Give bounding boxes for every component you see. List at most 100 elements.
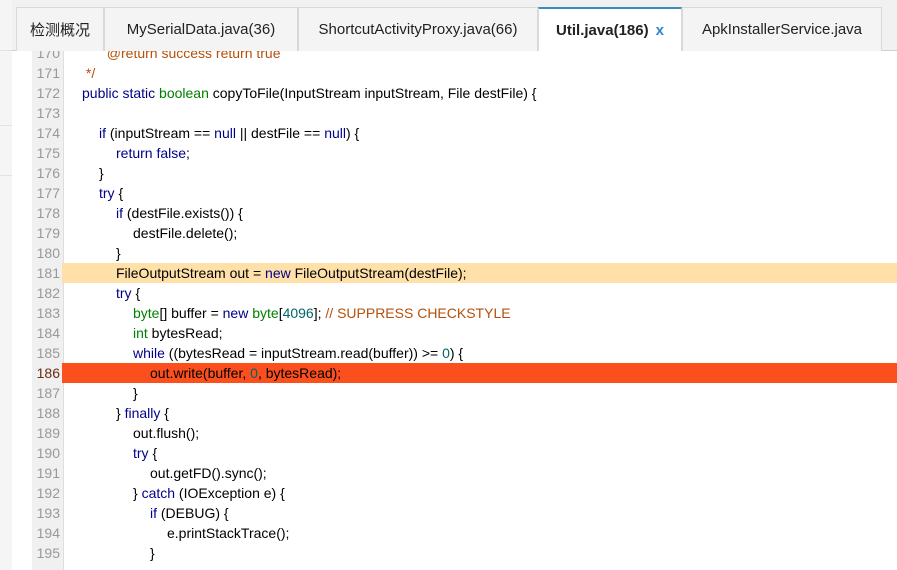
tab-label: Util.java(186) bbox=[556, 22, 649, 39]
code-token: 0 bbox=[250, 365, 258, 381]
code-line[interactable]: 172 public static boolean copyToFile(Inpu… bbox=[12, 83, 897, 103]
line-number: 181 bbox=[36, 265, 60, 281]
code-token: null bbox=[214, 125, 236, 141]
line-number: 193 bbox=[36, 505, 60, 521]
code-token: @return success return true bbox=[99, 51, 281, 61]
code-token: if bbox=[99, 125, 106, 141]
line-number: 175 bbox=[36, 145, 60, 161]
code-token: try bbox=[133, 445, 149, 461]
code-line[interactable]: 171 */ bbox=[12, 63, 897, 83]
code-token: out.getFD().sync(); bbox=[150, 465, 267, 481]
code-line[interactable]: 191 out.getFD().sync(); bbox=[12, 463, 897, 483]
code-token: try bbox=[116, 285, 132, 301]
code-line[interactable]: 185 while ((bytesRead = inputStream.read(… bbox=[12, 343, 897, 363]
code-text: try { bbox=[99, 183, 123, 203]
line-number: 183 bbox=[36, 305, 60, 321]
code-token: null bbox=[324, 125, 346, 141]
code-line[interactable]: 194 e.printStackTrace(); bbox=[12, 523, 897, 543]
line-number: 177 bbox=[36, 185, 60, 201]
code-line[interactable]: 182 try { bbox=[12, 283, 897, 303]
code-token: [] buffer = bbox=[159, 305, 223, 321]
code-token: } bbox=[99, 165, 104, 181]
code-line[interactable]: 174 if (inputStream == null || destFile =… bbox=[12, 123, 897, 143]
tab-util[interactable]: Util.java(186) x bbox=[538, 7, 682, 52]
code-line[interactable]: 187} bbox=[12, 383, 897, 403]
code-token: byte bbox=[133, 305, 160, 321]
code-line[interactable]: 184 int bytesRead; bbox=[12, 323, 897, 343]
code-token: { bbox=[114, 185, 124, 201]
strip-divider bbox=[0, 175, 12, 176]
code-token: FileOutputStream(destFile); bbox=[290, 265, 467, 281]
line-number: 189 bbox=[36, 425, 60, 441]
code-text: } catch (IOException e) { bbox=[133, 483, 285, 503]
code-token: int bbox=[133, 325, 148, 341]
tab-shortcutactivityproxy[interactable]: ShortcutActivityProxy.java(66) bbox=[298, 7, 538, 51]
code-line[interactable]: 170 @return success return true bbox=[12, 51, 897, 63]
code-text: out.flush(); bbox=[133, 423, 199, 443]
code-line[interactable]: 189 out.flush(); bbox=[12, 423, 897, 443]
code-text: public static boolean copyToFile(InputSt… bbox=[82, 83, 536, 103]
line-number: 170 bbox=[36, 51, 60, 61]
editor-tab-bar: 检测概况 MySerialData.java(36) ShortcutActiv… bbox=[12, 0, 897, 52]
code-token: try bbox=[99, 185, 115, 201]
code-token: ; bbox=[186, 145, 190, 161]
line-number: 174 bbox=[36, 125, 60, 141]
code-line[interactable]: 177 try { bbox=[12, 183, 897, 203]
code-line[interactable]: 190 try { bbox=[12, 443, 897, 463]
code-line[interactable]: 188} finally { bbox=[12, 403, 897, 423]
code-token: public static bbox=[82, 85, 160, 101]
code-line[interactable]: 186 out.write(buffer, 0, bytesRead); bbox=[37, 363, 897, 383]
code-line[interactable]: 193 if (DEBUG) { bbox=[12, 503, 897, 523]
code-token: ) { bbox=[449, 345, 464, 361]
code-line[interactable]: 195} bbox=[12, 543, 897, 563]
line-number: 187 bbox=[36, 385, 60, 401]
code-token: catch bbox=[141, 485, 176, 501]
code-token: , bytesRead); bbox=[257, 365, 342, 381]
code-token: // SUPPRESS CHECKSTYLE bbox=[325, 305, 511, 321]
code-token: } bbox=[150, 545, 155, 561]
code-editor[interactable]: 170 @return success return true 171 */172… bbox=[12, 51, 897, 570]
code-token: copyToFile(InputStream inputStream, File… bbox=[208, 85, 537, 101]
line-number: 194 bbox=[36, 525, 60, 541]
tab-apkinstallerservice[interactable]: ApkInstallerService.java bbox=[682, 7, 882, 51]
code-line[interactable]: 173 bbox=[12, 103, 897, 123]
code-line[interactable]: 178 if (destFile.exists()) { bbox=[12, 203, 897, 223]
tab-overview[interactable]: 检测概况 bbox=[16, 7, 104, 51]
code-token: boolean bbox=[159, 85, 209, 101]
code-text: } bbox=[116, 243, 121, 263]
tab-myserialdata[interactable]: MySerialData.java(36) bbox=[104, 7, 298, 51]
code-token: */ bbox=[82, 65, 96, 81]
code-token: { bbox=[160, 405, 169, 421]
code-text: int bytesRead; bbox=[133, 323, 223, 343]
code-token: destFile.delete(); bbox=[133, 225, 238, 241]
code-line[interactable]: 180} bbox=[12, 243, 897, 263]
close-tab-icon[interactable]: x bbox=[656, 22, 664, 39]
code-text: out.getFD().sync(); bbox=[150, 463, 267, 483]
line-number: 172 bbox=[36, 85, 60, 101]
code-line[interactable]: 176} bbox=[12, 163, 897, 183]
code-text: try { bbox=[133, 443, 157, 463]
tab-label: ApkInstallerService.java bbox=[701, 21, 863, 38]
line-number: 179 bbox=[36, 225, 60, 241]
code-text: } bbox=[150, 543, 155, 563]
code-token: out.write(buffer, bbox=[150, 365, 251, 381]
code-token: || destFile == bbox=[235, 125, 325, 141]
code-token: } bbox=[116, 245, 121, 261]
code-token: 0 bbox=[442, 345, 450, 361]
code-token: { bbox=[131, 285, 141, 301]
code-token: e.printStackTrace(); bbox=[167, 525, 290, 541]
code-line[interactable]: 181 FileOutputStream out = new FileOutput… bbox=[37, 263, 897, 283]
line-number: 185 bbox=[36, 345, 60, 361]
code-token: out.flush(); bbox=[133, 425, 200, 441]
code-line[interactable]: 183 byte[] buffer = new byte[4096]; // SU… bbox=[12, 303, 897, 323]
code-text: } finally { bbox=[116, 403, 169, 423]
code-line[interactable]: 175 return false; bbox=[12, 143, 897, 163]
code-line[interactable]: 192} catch (IOException e) { bbox=[12, 483, 897, 503]
code-token: FileOutputStream out = bbox=[116, 265, 266, 281]
left-panel-strip bbox=[0, 0, 12, 570]
code-token: byte bbox=[252, 305, 279, 321]
tab-label: ShortcutActivityProxy.java(66) bbox=[318, 21, 518, 38]
code-token: (inputStream == bbox=[106, 125, 215, 141]
strip-divider bbox=[0, 125, 12, 126]
code-line[interactable]: 179 destFile.delete(); bbox=[12, 223, 897, 243]
